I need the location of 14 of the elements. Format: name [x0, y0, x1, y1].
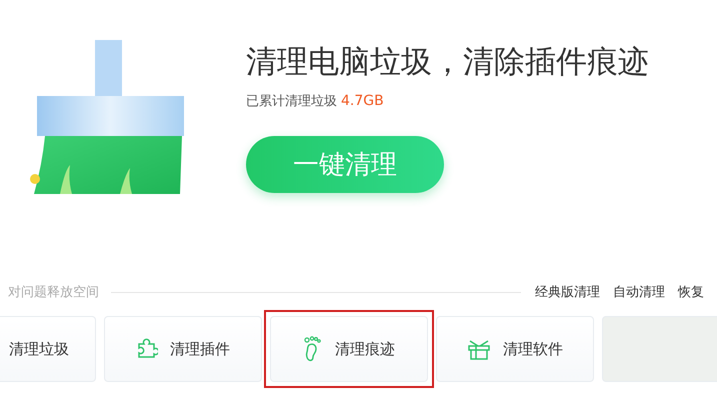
headline: 清理电脑垃圾，清除插件痕迹 — [246, 43, 649, 82]
gift-box-icon — [467, 338, 491, 360]
stats-value: 4.7GB — [341, 93, 384, 109]
section-label: 对问题释放空间 — [7, 284, 99, 301]
stats-label: 已累计清理垃圾 — [246, 94, 337, 109]
section-link[interactable]: 恢复 — [678, 283, 704, 301]
footprint-icon — [303, 336, 323, 362]
cleanup-card[interactable]: 清理软件 — [436, 316, 594, 382]
puzzle-icon — [136, 338, 158, 360]
section-link[interactable]: 自动清理 — [613, 283, 665, 301]
section-link[interactable]: 经典版清理 — [535, 283, 600, 301]
cleanup-card[interactable]: 清理痕迹 — [270, 316, 428, 382]
cleanup-card[interactable]: 清理插件 — [104, 316, 262, 382]
cleanup-card[interactable]: 清理垃圾 — [0, 316, 96, 382]
